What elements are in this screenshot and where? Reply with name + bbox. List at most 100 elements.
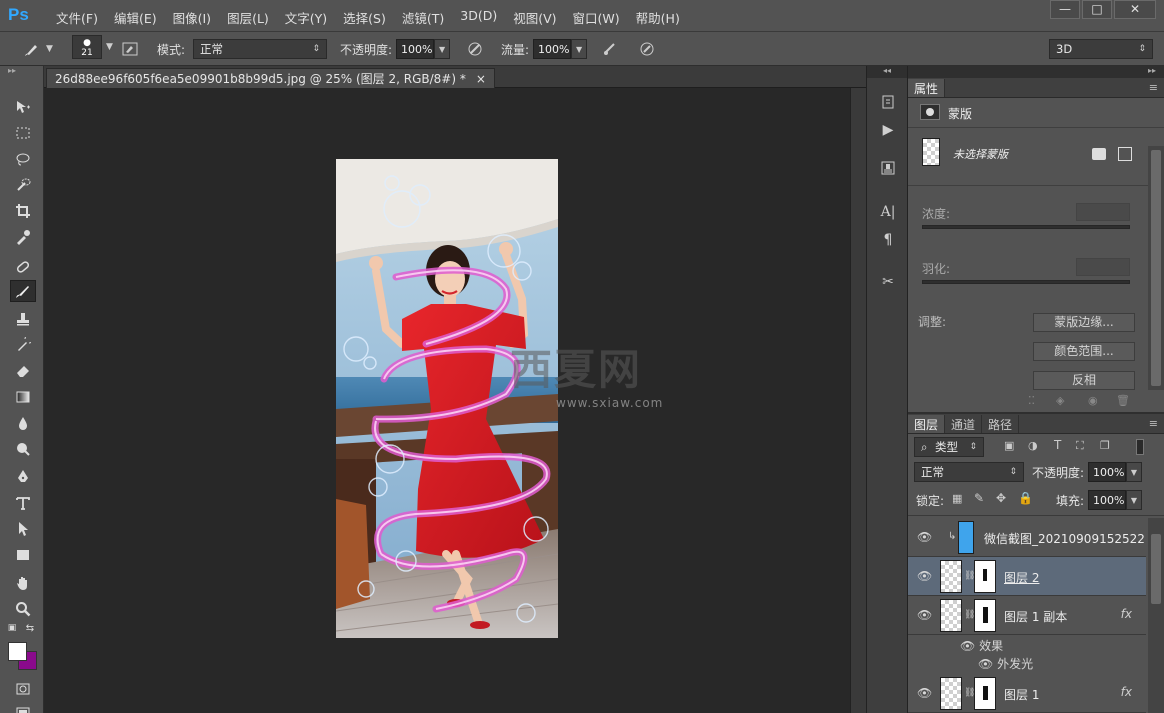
paragraph-panel-icon[interactable]: ¶ [877, 230, 899, 250]
layer-filter-select[interactable]: ⌕ 类型 ⇕ [914, 437, 984, 457]
tab-channels[interactable]: 通道 [945, 415, 983, 433]
move-tool-icon[interactable] [10, 96, 36, 118]
density-slider[interactable] [922, 225, 1130, 229]
dodge-tool-icon[interactable] [10, 438, 36, 460]
pressure-size-button[interactable] [637, 39, 657, 59]
pen-tool-icon[interactable] [10, 466, 36, 488]
document-tab[interactable]: 26d88ee96f605f6ea5e09901b8b99d5.jpg @ 25… [46, 68, 495, 88]
layer-row[interactable]: 👁 ⛓ 图层 2 [908, 557, 1146, 596]
eye-icon[interactable]: 👁 [978, 657, 993, 671]
blur-tool-icon[interactable] [10, 412, 36, 434]
gradient-tool-icon[interactable] [10, 386, 36, 408]
fill-input[interactable]: 100% [1088, 490, 1126, 510]
filter-smart-object-icon[interactable]: ❐ [1100, 439, 1110, 452]
eye-icon[interactable]: 👁 [917, 530, 932, 544]
menu-layer[interactable]: 图层(L) [219, 8, 277, 27]
brush-tool-preset[interactable]: ▼ [22, 39, 53, 59]
layers-scrollbar[interactable] [1148, 518, 1164, 713]
zoom-tool-icon[interactable] [10, 598, 36, 620]
quick-selection-tool-icon[interactable] [10, 174, 36, 196]
apply-mask-icon[interactable]: ◈ [1056, 394, 1064, 407]
collapse-arrows-icon[interactable]: ▸▸ [0, 66, 43, 78]
clone-stamp-tool-icon[interactable] [10, 308, 36, 330]
menu-edit[interactable]: 编辑(E) [106, 8, 165, 27]
fx-badge[interactable]: fx [1121, 607, 1132, 621]
toggle-brush-panel-button[interactable] [120, 39, 140, 59]
lock-transparent-icon[interactable]: ▦ [952, 492, 962, 505]
default-colors-icon[interactable]: ▣ [6, 622, 18, 634]
layer-row[interactable]: 👁 ⛓ 图层 1 fx [908, 674, 1146, 713]
eye-icon[interactable]: 👁 [917, 569, 932, 583]
layer-mask-thumbnail[interactable] [974, 599, 996, 632]
effects-row[interactable]: 👁 效果 [960, 637, 1003, 654]
close-tab-icon[interactable]: × [476, 72, 486, 86]
fx-badge[interactable]: fx [1121, 685, 1132, 699]
fill-arrow[interactable]: ▼ [1126, 490, 1142, 510]
layer-opacity-arrow[interactable]: ▼ [1126, 462, 1142, 482]
eye-icon[interactable]: 👁 [917, 686, 932, 700]
brush-presets-icon[interactable] [877, 158, 899, 178]
airbrush-button[interactable] [600, 39, 620, 59]
eye-icon[interactable]: 👁 [917, 608, 932, 622]
layers-scrollbar-thumb[interactable] [1151, 534, 1161, 604]
load-selection-icon[interactable]: ⁚⁚ [1028, 394, 1035, 407]
layer-row[interactable]: 👁 ↳ 微信截图_20210909152522 [908, 518, 1146, 557]
filter-adjustment-icon[interactable]: ◑ [1028, 439, 1038, 452]
history-panel-icon[interactable] [877, 92, 899, 112]
trash-icon[interactable]: 🗑 [1116, 394, 1130, 407]
feather-slider[interactable] [922, 280, 1130, 284]
character-panel-icon[interactable]: A| [877, 202, 899, 222]
flow-input[interactable]: 100% [533, 39, 572, 59]
color-range-button[interactable]: 颜色范围... [1033, 342, 1135, 361]
tab-paths[interactable]: 路径 [982, 415, 1020, 433]
menu-image[interactable]: 图像(I) [165, 8, 219, 27]
menu-help[interactable]: 帮助(H) [628, 8, 688, 27]
minimize-button[interactable]: — [1050, 0, 1080, 19]
hand-tool-icon[interactable] [10, 572, 36, 594]
document-image[interactable] [336, 159, 558, 638]
swap-colors-icon[interactable]: ⇆ [24, 622, 36, 634]
add-vector-mask-icon[interactable] [1118, 147, 1132, 161]
add-pixel-mask-icon[interactable] [1092, 148, 1106, 160]
actions-play-icon[interactable]: ▶ [877, 120, 899, 140]
close-button[interactable]: ✕ [1114, 0, 1156, 19]
eyedropper-tool-icon[interactable] [10, 226, 36, 248]
eraser-tool-icon[interactable] [10, 360, 36, 382]
healing-brush-tool-icon[interactable] [10, 256, 36, 278]
brush-tool-icon[interactable] [10, 280, 36, 302]
blend-mode-select[interactable]: 正常 ⇕ [914, 462, 1024, 482]
menu-view[interactable]: 视图(V) [505, 8, 564, 27]
collapse-arrows-icon[interactable]: ◂◂ [867, 66, 907, 78]
type-tool-icon[interactable] [10, 492, 36, 514]
document-scrollbar[interactable] [850, 88, 866, 713]
properties-scrollbar-thumb[interactable] [1151, 150, 1161, 386]
opacity-dropdown-arrow[interactable]: ▼ [434, 39, 451, 59]
panel-menu-icon[interactable]: ≡ [1149, 417, 1158, 430]
tab-layers[interactable]: 图层 [908, 415, 946, 433]
menu-3d[interactable]: 3D(D) [452, 8, 505, 27]
lock-image-icon[interactable]: ✎ [974, 491, 984, 505]
path-selection-tool-icon[interactable] [10, 518, 36, 540]
layer-mask-thumbnail[interactable] [974, 677, 996, 710]
filter-pixel-icon[interactable]: ▣ [1004, 439, 1014, 452]
brush-size-picker[interactable]: ● 21 ▼ [72, 35, 113, 59]
workspace-select[interactable]: 3D ⇕ [1049, 39, 1153, 59]
filter-type-icon[interactable]: T [1054, 438, 1061, 452]
eye-icon[interactable]: 👁 [960, 639, 975, 653]
flow-dropdown-arrow[interactable]: ▼ [571, 39, 588, 59]
mask-edge-button[interactable]: 蒙版边缘... [1033, 313, 1135, 332]
tool-presets-icon[interactable]: ✂ [877, 272, 899, 292]
menu-window[interactable]: 窗口(W) [565, 8, 628, 27]
filter-shape-icon[interactable]: ⛶ [1076, 439, 1084, 453]
opacity-input[interactable]: 100% [396, 39, 435, 59]
maximize-button[interactable]: □ [1082, 0, 1112, 19]
crop-tool-icon[interactable] [10, 200, 36, 222]
panel-menu-icon[interactable]: ≡ [1149, 81, 1158, 94]
menu-filter[interactable]: 滤镜(T) [394, 8, 452, 27]
layer-mask-thumbnail[interactable] [974, 560, 996, 593]
pressure-opacity-button[interactable] [465, 39, 485, 59]
outer-glow-row[interactable]: 👁 外发光 [978, 655, 1033, 672]
canvas-area[interactable]: 西夏网 www.sxiaw.com [44, 88, 850, 713]
density-input[interactable] [1076, 203, 1130, 221]
invert-button[interactable]: 反相 [1033, 371, 1135, 390]
